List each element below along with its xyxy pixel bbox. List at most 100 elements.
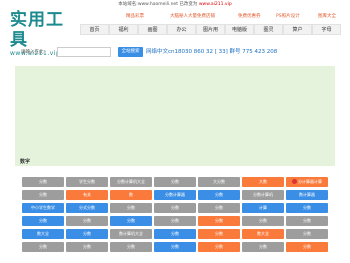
nav-item[interactable]: 图片用 xyxy=(196,24,225,35)
tool-button[interactable]: 分数 xyxy=(198,190,240,200)
tool-button[interactable]: 分数 xyxy=(242,216,284,226)
tool-button-label: 数计算机大全 xyxy=(119,231,143,236)
tool-button[interactable]: 分数 xyxy=(154,216,196,226)
tool-button-label: 分数 xyxy=(83,231,91,236)
tool-button[interactable]: 分数 xyxy=(198,242,240,252)
tool-button[interactable]: 数大全 xyxy=(242,229,284,239)
site-logo[interactable]: 实用工具 www.ai211.vip xyxy=(10,10,74,57)
tool-button-label: 分计算器计算 xyxy=(298,179,322,184)
tool-button-label: 大分数 xyxy=(213,179,225,184)
tool-button-label: 分数 xyxy=(215,192,223,197)
tool-button-label: 数大全 xyxy=(257,231,269,236)
promo-link[interactable]: 免费优惠券 xyxy=(238,13,261,21)
tool-button-label: 分数计算机大全 xyxy=(117,179,145,184)
tool-button[interactable]: 分数计算机大全 xyxy=(110,177,152,187)
promo-link[interactable]: 图库大全 xyxy=(318,13,336,21)
tool-button-label: 分数 xyxy=(171,231,179,236)
tool-button[interactable]: 分数 xyxy=(110,242,152,252)
tool-button[interactable]: 分数 xyxy=(154,177,196,187)
promo-link[interactable]: PS照片设计 xyxy=(276,13,300,21)
tool-button-label: 分数 xyxy=(303,205,311,210)
tool-button-label: 分数 xyxy=(259,218,267,223)
tool-button[interactable]: 分数 xyxy=(286,242,328,252)
tool-button[interactable]: 数计算器 xyxy=(286,190,328,200)
tool-button[interactable]: 分数 xyxy=(242,242,284,252)
tool-button[interactable]: 分数 xyxy=(154,229,196,239)
tool-button-label: 有关 xyxy=(83,192,91,197)
tool-button[interactable]: 分数 xyxy=(66,242,108,252)
tool-button-label: 分数计算机 xyxy=(253,192,273,197)
tool-button-label: 数 xyxy=(129,192,133,197)
tool-button[interactable]: 分数 xyxy=(198,229,240,239)
tool-button[interactable]: 分式分数 xyxy=(66,203,108,213)
tool-button[interactable]: 分数 xyxy=(198,216,240,226)
tool-button[interactable]: 中小学生数学 xyxy=(22,203,64,213)
tool-button[interactable]: 分数 xyxy=(154,203,196,213)
tool-button-label: 分数 xyxy=(171,179,179,184)
promo-links: 精品彩票 大脑秘人大量免费店铺 免费优惠券 PS照片设计 图库大全 xyxy=(126,13,348,22)
tool-button[interactable]: 分数 xyxy=(286,229,328,239)
tool-button[interactable]: 分数计算器 xyxy=(154,190,196,200)
tool-button-label: 中小学生数学 xyxy=(31,205,55,210)
nav-item[interactable]: 画图 xyxy=(138,24,167,35)
nav-item[interactable]: 图灵 xyxy=(254,24,283,35)
nav-item[interactable]: 字母 xyxy=(312,24,341,35)
search-button[interactable]: 全站搜索 xyxy=(118,47,143,57)
nav-item[interactable]: 福利 xyxy=(109,24,138,35)
tool-button[interactable]: 数 xyxy=(110,190,152,200)
tool-button[interactable]: 分数 xyxy=(66,216,108,226)
nav-item[interactable]: 算户 xyxy=(283,24,312,35)
search-bar: 请输入在此 全站搜索 网络中文cn18030 860 32 [ 33] 群号 7… xyxy=(15,46,335,60)
tool-button[interactable]: 分数 xyxy=(22,242,64,252)
tool-button-label: 数计算器 xyxy=(299,192,315,197)
tool-button[interactable]: 分数 xyxy=(22,190,64,200)
tool-button-label: 分数 xyxy=(259,244,267,249)
site-notice-text: 本站域名:www.haomeili.net 已改变为 xyxy=(118,2,198,7)
tool-button[interactable]: 分数 xyxy=(22,216,64,226)
tool-button[interactable]: 分数 xyxy=(286,203,328,213)
tool-button-label: 学生分数 xyxy=(79,179,95,184)
tool-button[interactable]: 分计算器计算 xyxy=(286,177,328,187)
tool-button-label: 分数 xyxy=(39,244,47,249)
tool-button[interactable]: 分数 xyxy=(198,203,240,213)
tool-button-label: 分数 xyxy=(215,244,223,249)
tool-button-label: 分数 xyxy=(215,231,223,236)
tool-button[interactable]: 分数 xyxy=(110,216,152,226)
tool-button[interactable]: 分数 xyxy=(286,216,328,226)
nav-item[interactable]: 办公 xyxy=(167,24,196,35)
tool-button[interactable]: 大分数 xyxy=(198,177,240,187)
tool-button[interactable]: 数计算机大全 xyxy=(110,229,152,239)
tool-button[interactable]: 分数 xyxy=(154,242,196,252)
search-input[interactable] xyxy=(57,47,111,57)
tool-button[interactable]: 分数 xyxy=(66,229,108,239)
tool-button-label: 大数 xyxy=(259,179,267,184)
tool-button[interactable]: 分数 xyxy=(22,177,64,187)
tool-button-label: 分数 xyxy=(127,205,135,210)
nav-item[interactable]: 电脑版 xyxy=(225,24,254,35)
tool-button[interactable]: 数大全 xyxy=(22,229,64,239)
tool-button-label: 分数 xyxy=(215,205,223,210)
promo-link[interactable]: 精品彩票 xyxy=(126,13,144,21)
tool-button[interactable]: 大数 xyxy=(242,177,284,187)
tool-button-label: 分数 xyxy=(83,244,91,249)
nav-item[interactable]: 首页 xyxy=(80,24,109,35)
tool-button[interactable]: 分数计算机 xyxy=(242,190,284,200)
hot-badge-icon xyxy=(292,179,297,184)
tool-button[interactable]: 学生分数 xyxy=(66,177,108,187)
tool-button-label: 计算 xyxy=(259,205,267,210)
tool-button-label: 分数 xyxy=(303,244,311,249)
tool-button[interactable]: 计算 xyxy=(242,203,284,213)
tool-button-label: 分数 xyxy=(83,218,91,223)
tool-button-label: 分数 xyxy=(39,218,47,223)
tool-button-label: 分数 xyxy=(39,179,47,184)
logo-cn: 实用工具 xyxy=(10,10,64,50)
qq-group-link[interactable]: 网络中文cn18030 860 32 [ 33] 群号 775 423 208 xyxy=(146,47,277,57)
tool-button[interactable]: 有关 xyxy=(66,190,108,200)
tool-button-label: 数大全 xyxy=(37,231,49,236)
tool-button-label: 分数 xyxy=(127,244,135,249)
promo-link[interactable]: 大脑秘人大量免费店铺 xyxy=(170,13,215,21)
search-label: 请输入在此 xyxy=(21,50,44,55)
tool-button[interactable]: 分数 xyxy=(110,203,152,213)
site-notice-url[interactable]: www.ai211.vip xyxy=(199,2,232,7)
section-title: 数字 xyxy=(20,159,31,165)
